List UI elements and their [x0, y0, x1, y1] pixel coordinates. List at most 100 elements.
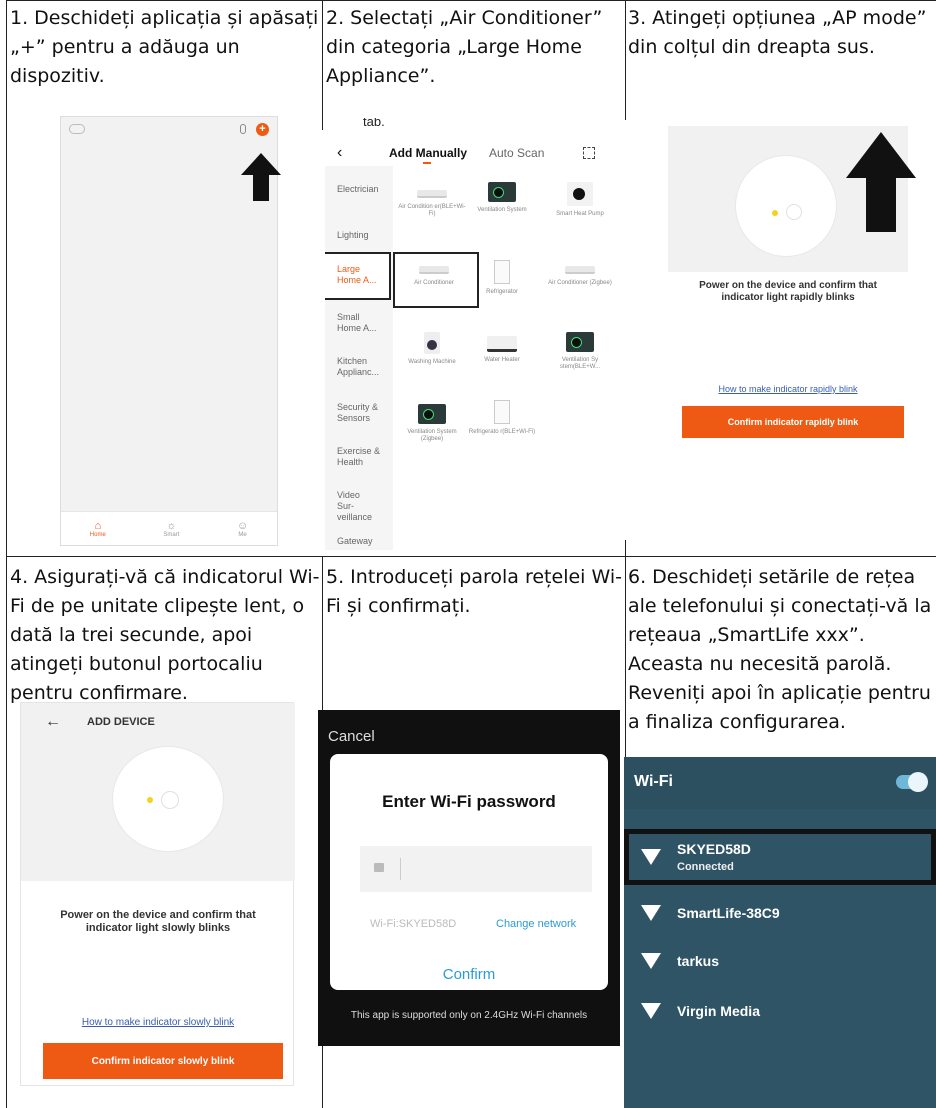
wifi-network-tarkus[interactable]: tarkus [624, 935, 936, 987]
heat-pump-icon [567, 182, 593, 206]
step-2-text: 2. Selectați „Air Conditioner” din categ… [326, 7, 603, 87]
category-sidebar: Electrician Lighting Large Home A... Sma… [325, 166, 393, 550]
tab-add-manually[interactable]: Add Manually [389, 146, 467, 160]
category-security[interactable]: Security & Sensors [337, 402, 383, 424]
screen-2-header: ‹ Add Manually Auto Scan [325, 140, 621, 166]
confirm-button[interactable]: Confirm [330, 966, 608, 983]
confirm-rapid-blink-button[interactable]: Confirm indicator rapidly blink [682, 406, 904, 438]
arrow-up-icon [846, 132, 916, 232]
rapid-blink-help-link[interactable]: How to make indicator rapidly blink [678, 384, 898, 394]
power-icon [161, 791, 179, 809]
screen-1-topbar: + [61, 117, 277, 141]
cancel-button[interactable]: Cancel [328, 728, 375, 745]
air-conditioner-icon [419, 266, 449, 274]
ventilation-icon [418, 404, 446, 424]
device-label: Air Condition er(BLE+Wi-Fi) [398, 204, 466, 217]
wifi-toggle[interactable] [896, 772, 928, 792]
category-small-home[interactable]: Small Home A... [337, 312, 381, 334]
screen-4-slow-blink: ← ADD DEVICE Power on the device and con… [20, 702, 295, 1086]
air-conditioner-icon [565, 266, 595, 274]
step-4-text: 4. Asigurați-vă că indicatorul Wi-Fi de … [10, 566, 320, 704]
device-label: Air Conditioner (Zigbee) [548, 280, 612, 286]
device-air-conditioner[interactable]: Air Conditioner [399, 266, 469, 287]
category-video[interactable]: Video Sur- veillance [337, 490, 377, 523]
step-3-text: 3. Atingeți opțiunea „AP mode” din colțu… [628, 7, 927, 58]
tab-home[interactable]: ⌂ Home [90, 520, 106, 538]
indicator-dot [147, 797, 153, 803]
device-refrigerator-ble[interactable]: Refrigerato r(BLE+Wi-Fi) [467, 400, 537, 436]
cut-off-text: tab. [363, 118, 385, 129]
screen-2-add-device: tab. ‹ Add Manually Auto Scan Electricia… [325, 118, 621, 550]
change-network-link[interactable]: Change network [496, 918, 576, 930]
arrow-up-icon [241, 153, 281, 201]
ventilation-icon [566, 332, 594, 352]
device-ventilation-zigbee[interactable]: Ventilation System (Zigbee) [397, 404, 467, 443]
category-electrician[interactable]: Electrician [337, 184, 393, 195]
slow-blink-help-link[interactable]: How to make indicator slowly blink [41, 1017, 275, 1028]
device-illustration [736, 156, 836, 256]
grid-line-left [6, 0, 7, 1108]
device-heat-pump[interactable]: Smart Heat Pump [545, 182, 615, 218]
tab-me[interactable]: ☺ Me [237, 520, 248, 538]
ventilation-icon [488, 182, 516, 202]
add-device-button[interactable]: + [256, 122, 269, 136]
device-ventilation[interactable]: Ventilation System [467, 182, 537, 214]
washing-machine-icon [424, 332, 440, 354]
device-label: Refrigerator [486, 289, 518, 295]
indicator-dot [772, 210, 778, 216]
power-icon [786, 204, 802, 220]
device-ac-ble[interactable]: Air Condition er(BLE+Wi-Fi) [397, 190, 467, 218]
water-heater-icon [487, 336, 517, 352]
wifi-signal-icon [641, 1003, 661, 1019]
screen-5-wifi-password: Cancel Enter Wi-Fi password Wi-Fi:SKYED5… [318, 710, 620, 1046]
scan-icon[interactable] [583, 147, 595, 159]
screen-4-title: ADD DEVICE [87, 716, 155, 728]
wifi-network-smartlife[interactable]: SmartLife-38C9 [624, 887, 936, 939]
device-label: Air Conditioner [414, 280, 454, 286]
home-icon: ⌂ [94, 519, 102, 532]
refrigerator-icon [494, 260, 510, 284]
back-icon[interactable]: ‹ [337, 144, 342, 162]
screen-3-ap-mode: Power on the device and confirm that ind… [668, 120, 916, 440]
tab-smart[interactable]: ☼ Smart [163, 520, 179, 538]
air-conditioner-icon [417, 190, 447, 198]
microphone-icon[interactable] [240, 124, 246, 134]
sun-icon: ☼ [166, 519, 177, 532]
lock-icon [374, 863, 384, 872]
wifi-signal-icon [641, 953, 661, 969]
device-water-heater[interactable]: Water Heater [467, 336, 537, 364]
wifi-network-name: SKYED58D [677, 841, 751, 857]
confirm-slow-blink-button[interactable]: Confirm indicator slowly blink [43, 1043, 283, 1079]
category-large-home[interactable]: Large Home A... [337, 264, 381, 286]
user-icon: ☺ [236, 519, 249, 532]
grid-line-col2 [322, 0, 323, 130]
back-arrow-icon[interactable]: ← [45, 713, 61, 731]
category-gateway[interactable]: Gateway [337, 536, 393, 547]
wifi-signal-icon [641, 905, 661, 921]
category-lighting[interactable]: Lighting [337, 230, 393, 241]
category-kitchen[interactable]: Kitchen Applianc... [337, 356, 387, 378]
wifi-title: Wi-Fi [634, 773, 673, 790]
dialog-title: Enter Wi-Fi password [382, 792, 556, 811]
category-exercise[interactable]: Exercise & Health [337, 446, 383, 468]
device-refrigerator[interactable]: Refrigerator [467, 260, 537, 296]
wifi-network-virgin[interactable]: Virgin Media [624, 985, 936, 1037]
wifi-network-connected[interactable]: SKYED58D Connected [624, 829, 936, 885]
device-ac-zigbee[interactable]: Air Conditioner (Zigbee) [545, 266, 615, 287]
device-label: Smart Heat Pump [556, 211, 604, 217]
grid-line-col3 [625, 0, 626, 120]
grid-line-row [6, 556, 936, 557]
password-input[interactable] [360, 846, 592, 892]
tab-underline [423, 162, 431, 164]
device-washing-machine[interactable]: Washing Machine [397, 332, 467, 366]
wifi-channel-note: This app is supported only on 2.4GHz Wi-… [350, 1010, 588, 1021]
step-6-text: 6. Deschideți setările de rețea ale tele… [628, 566, 932, 733]
grid-line-top [6, 0, 936, 1]
screen-1-home: + ⌂ Home ☼ Smart ☺ Me [60, 116, 281, 546]
screen-4-header: ← ADD DEVICE [21, 703, 295, 741]
device-ventilation-ble[interactable]: Ventilation Sy stem(BLE+W... [545, 332, 615, 371]
avatar-icon[interactable] [69, 124, 85, 134]
step-1-text: 1. Deschideți aplicația și apăsați „+” p… [10, 7, 319, 87]
device-label: Ventilation System (Zigbee) [407, 429, 457, 442]
tab-auto-scan[interactable]: Auto Scan [489, 146, 544, 160]
